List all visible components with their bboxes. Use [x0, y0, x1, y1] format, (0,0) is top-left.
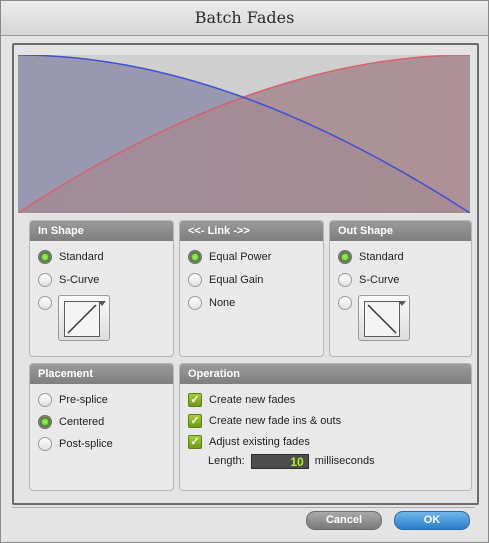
out-shape-header: Out Shape [330, 221, 471, 241]
length-units-label: milliseconds [314, 455, 375, 467]
radio-selected-icon[interactable] [38, 415, 52, 429]
in-shape-s-curve-option[interactable]: S-Curve [38, 272, 99, 288]
in-shape-s-curve-label: S-Curve [59, 274, 100, 286]
placement-centered-option[interactable]: Centered [38, 414, 104, 430]
radio-selected-icon[interactable] [38, 250, 52, 264]
in-shape-custom-dropdown[interactable] [58, 295, 110, 341]
checkmark-icon[interactable]: ✓ [188, 435, 202, 449]
out-shape-s-curve-option[interactable]: S-Curve [338, 272, 399, 288]
placement-panel: Placement Pre-splice Centered Post-splic… [29, 363, 174, 491]
length-input[interactable]: 10 [250, 453, 309, 469]
chevron-down-icon [398, 301, 406, 306]
radio-unselected-icon[interactable] [38, 296, 52, 310]
out-shape-custom-dropdown[interactable] [358, 295, 410, 341]
placement-post-splice-label: Post-splice [59, 438, 113, 450]
out-shape-custom-option[interactable] [338, 295, 359, 311]
link-none-option[interactable]: None [188, 295, 235, 311]
in-shape-custom-option[interactable] [38, 295, 59, 311]
cancel-button[interactable]: Cancel [306, 511, 382, 530]
out-shape-standard-label: Standard [359, 251, 404, 263]
radio-unselected-icon[interactable] [38, 273, 52, 287]
out-shape-s-curve-label: S-Curve [359, 274, 400, 286]
operation-header: Operation [180, 364, 471, 384]
in-shape-standard-label: Standard [59, 251, 104, 263]
in-shape-header: In Shape [30, 221, 173, 241]
adjust-existing-fades-option[interactable]: ✓ Adjust existing fades [188, 434, 310, 450]
radio-selected-icon[interactable] [338, 250, 352, 264]
placement-pre-splice-option[interactable]: Pre-splice [38, 392, 108, 408]
checkmark-icon[interactable]: ✓ [188, 393, 202, 407]
out-shape-standard-option[interactable]: Standard [338, 249, 404, 265]
link-equal-gain-label: Equal Gain [209, 274, 264, 286]
placement-post-splice-option[interactable]: Post-splice [38, 436, 113, 452]
in-shape-standard-option[interactable]: Standard [38, 249, 104, 265]
out-shape-panel: Out Shape Standard S-Curve [329, 220, 472, 357]
create-fade-ins-outs-label: Create new fade ins & outs [209, 415, 342, 427]
placement-header: Placement [30, 364, 173, 384]
fade-curve-graph [18, 55, 470, 213]
link-equal-power-label: Equal Power [209, 251, 272, 263]
radio-selected-icon[interactable] [188, 250, 202, 264]
checkmark-icon[interactable]: ✓ [188, 414, 202, 428]
create-fade-ins-outs-option[interactable]: ✓ Create new fade ins & outs [188, 413, 341, 429]
link-none-label: None [209, 297, 236, 309]
radio-unselected-icon[interactable] [188, 273, 202, 287]
create-new-fades-option[interactable]: ✓ Create new fades [188, 392, 295, 408]
radio-unselected-icon[interactable] [338, 296, 352, 310]
length-label: Length: [208, 455, 245, 467]
link-header: <<- Link ->> [180, 221, 323, 241]
placement-pre-splice-label: Pre-splice [59, 394, 108, 406]
link-equal-gain-option[interactable]: Equal Gain [188, 272, 263, 288]
placement-centered-label: Centered [59, 416, 105, 428]
create-new-fades-label: Create new fades [209, 394, 296, 406]
chevron-down-icon [98, 301, 106, 306]
length-row: Length: 10 milliseconds [208, 453, 375, 469]
radio-unselected-icon[interactable] [338, 273, 352, 287]
operation-panel: Operation ✓ Create new fades ✓ Create ne… [179, 363, 472, 491]
link-equal-power-option[interactable]: Equal Power [188, 249, 271, 265]
dialog-title: Batch Fades [1, 1, 488, 36]
link-panel: <<- Link ->> Equal Power Equal Gain None [179, 220, 324, 357]
linear-fade-out-icon [364, 301, 400, 337]
in-shape-panel: In Shape Standard S-Curve [29, 220, 174, 357]
ok-button[interactable]: OK [394, 511, 470, 530]
radio-unselected-icon[interactable] [38, 437, 52, 451]
radio-unselected-icon[interactable] [38, 393, 52, 407]
linear-fade-in-icon [64, 301, 100, 337]
radio-unselected-icon[interactable] [188, 296, 202, 310]
adjust-existing-fades-label: Adjust existing fades [209, 436, 310, 448]
batch-fades-dialog: Batch Fades In Shape Standard S-Curve <<… [0, 0, 489, 543]
